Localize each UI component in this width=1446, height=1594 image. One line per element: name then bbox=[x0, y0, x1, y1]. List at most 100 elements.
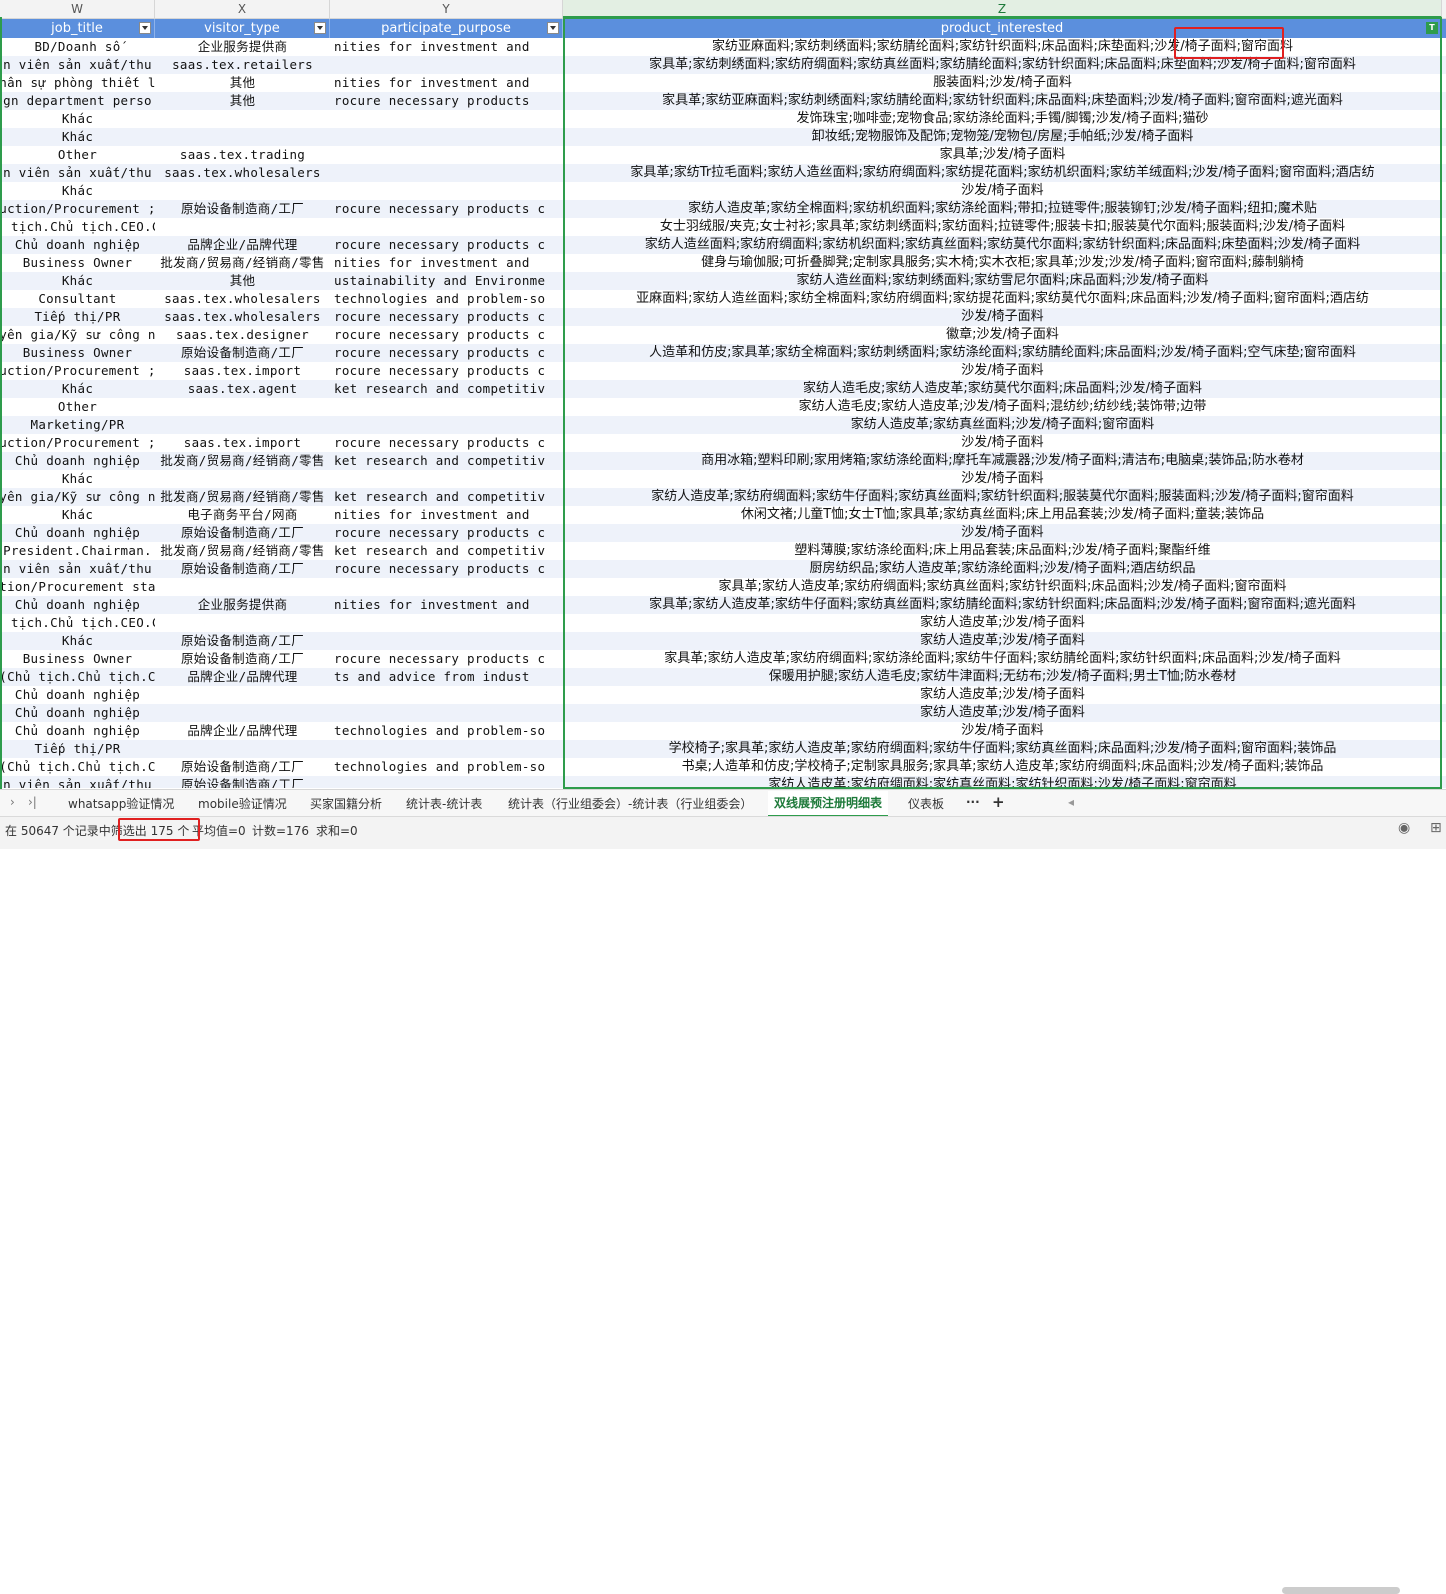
cell-product-interested[interactable]: 书桌;人造革和仿皮;学校椅子;定制家具服务;家具革;家纺人造皮革;家纺府绸面料;… bbox=[564, 758, 1441, 776]
cell-visitor-type[interactable]: saas.tex.wholesalers bbox=[155, 164, 330, 182]
cell-product-interested[interactable]: 商用冰箱;塑料印刷;家用烤箱;家纺涤纶面料;摩托车减震器;沙发/椅子面料;清洁布… bbox=[564, 452, 1441, 470]
cell-job-title[interactable]: hân sự phòng thiết l bbox=[0, 74, 155, 92]
tab-mobile[interactable]: mobile验证情况 bbox=[198, 795, 287, 812]
cell-product-interested[interactable]: 学校椅子;家具革;家纺人造皮革;家纺府绸面料;家纺牛仔面料;家纺真丝面料;床品面… bbox=[564, 740, 1441, 758]
cell-participate-purpose[interactable]: ket research and competitiv bbox=[330, 380, 562, 398]
cell-participate-purpose[interactable]: rocure necessary products c bbox=[330, 524, 562, 542]
cell-product-interested[interactable]: 卸妆纸;宠物服饰及配饰;宠物笼/宠物包/房屋;手帕纸;沙发/椅子面料 bbox=[564, 128, 1441, 146]
cell-job-title[interactable]: Khác bbox=[0, 128, 155, 146]
cell-visitor-type[interactable]: 其他 bbox=[155, 74, 330, 92]
filter-active-icon[interactable]: T bbox=[1426, 22, 1438, 34]
cell-participate-purpose[interactable] bbox=[330, 110, 562, 128]
cell-job-title[interactable]: yên gia/Kỹ sư công n bbox=[0, 488, 155, 506]
cell-participate-purpose[interactable]: nities for investment and bbox=[330, 74, 562, 92]
cell-job-title[interactable]: uction/Procurement staff bbox=[0, 578, 155, 596]
cell-product-interested[interactable]: 家纺亚麻面料;家纺刺绣面料;家纺腈纶面料;家纺针织面料;床品面料;床垫面料;沙发… bbox=[564, 38, 1441, 56]
cell-visitor-type[interactable] bbox=[155, 218, 330, 236]
cell-product-interested[interactable]: 沙发/椅子面料 bbox=[564, 722, 1441, 740]
cell-product-interested[interactable]: 家纺人造皮革;家纺府绸面料;家纺真丝面料;家纺针织面料;沙发/椅子面料;窗帘面料 bbox=[564, 776, 1441, 788]
more-tabs-icon[interactable]: ··· bbox=[966, 795, 980, 809]
cell-participate-purpose[interactable]: rocure necessary products c bbox=[330, 560, 562, 578]
cell-participate-purpose[interactable]: rocure necessary products c bbox=[330, 236, 562, 254]
cell-visitor-type[interactable]: 原始设备制造商/工厂 bbox=[155, 632, 330, 650]
cell-visitor-type[interactable]: 原始设备制造商/工厂 bbox=[155, 758, 330, 776]
cell-product-interested[interactable]: 家具革;家纺人造皮革;家纺府绸面料;家纺涤纶面料;家纺牛仔面料;家纺腈纶面料;家… bbox=[564, 650, 1441, 668]
filter-dropdown-icon[interactable] bbox=[314, 22, 326, 34]
cell-visitor-type[interactable]: 原始设备制造商/工厂 bbox=[155, 650, 330, 668]
cell-job-title[interactable]: Khác bbox=[0, 110, 155, 128]
cell-product-interested[interactable]: 家纺人造皮革;沙发/椅子面料 bbox=[564, 704, 1441, 722]
cell-participate-purpose[interactable]: ts and advice from indust bbox=[330, 668, 562, 686]
cell-job-title[interactable]: Chủ doanh nghiệp bbox=[0, 524, 155, 542]
cell-product-interested[interactable]: 徽章;沙发/椅子面料 bbox=[564, 326, 1441, 344]
cell-participate-purpose[interactable]: ket research and competitiv bbox=[330, 488, 562, 506]
column-letter-w[interactable]: W bbox=[0, 0, 155, 18]
cell-product-interested[interactable]: 家纺人造皮革;沙发/椅子面料 bbox=[564, 686, 1441, 704]
cell-product-interested[interactable]: 家纺人造皮革;沙发/椅子面料 bbox=[564, 614, 1441, 632]
cell-product-interested[interactable]: 人造革和仿皮;家具革;家纺全棉面料;家纺刺绣面料;家纺涤纶面料;家纺腈纶面料;床… bbox=[564, 344, 1441, 362]
cell-product-interested[interactable]: 家纺人造毛皮;家纺人造皮革;家纺莫代尔面料;床品面料;沙发/椅子面料 bbox=[564, 380, 1441, 398]
cell-participate-purpose[interactable] bbox=[330, 218, 562, 236]
cell-product-interested[interactable]: 沙发/椅子面料 bbox=[564, 182, 1441, 200]
cell-job-title[interactable]: Tiếp thị/PR bbox=[0, 740, 155, 758]
cell-job-title[interactable]: Khác bbox=[0, 380, 155, 398]
eye-icon[interactable]: ◉ bbox=[1398, 820, 1410, 836]
tab-stats-industry[interactable]: 统计表（行业组委会）-统计表（行业组委会） bbox=[508, 795, 752, 812]
cell-visitor-type[interactable]: 原始设备制造商/工厂 bbox=[155, 776, 330, 788]
cell-participate-purpose[interactable] bbox=[330, 398, 562, 416]
cell-product-interested[interactable]: 亚麻面料;家纺人造丝面料;家纺全棉面料;家纺府绸面料;家纺提花面料;家纺莫代尔面… bbox=[564, 290, 1441, 308]
cell-visitor-type[interactable]: saas.tex.import bbox=[155, 434, 330, 452]
cell-participate-purpose[interactable] bbox=[330, 182, 562, 200]
cell-participate-purpose[interactable]: rocure necessary products c bbox=[330, 326, 562, 344]
tab-stats[interactable]: 统计表-统计表 bbox=[406, 795, 482, 812]
cell-job-title[interactable]: President.Chairman. bbox=[0, 542, 155, 560]
cell-product-interested[interactable]: 家纺人造丝面料;家纺府绸面料;家纺机织面料;家纺真丝面料;家纺莫代尔面料;家纺针… bbox=[564, 236, 1441, 254]
cell-participate-purpose[interactable] bbox=[330, 578, 562, 596]
cell-job-title[interactable]: Khác bbox=[0, 182, 155, 200]
cell-job-title[interactable]: Chủ doanh nghiệp bbox=[0, 596, 155, 614]
cell-job-title[interactable]: Business Owner bbox=[0, 650, 155, 668]
cell-participate-purpose[interactable] bbox=[330, 776, 562, 788]
cell-participate-purpose[interactable] bbox=[330, 704, 562, 722]
cell-product-interested[interactable]: 女士羽绒服/夹克;女士衬衫;家具革;家纺刺绣面料;家纺面料;拉链零件;服装卡扣;… bbox=[564, 218, 1441, 236]
cell-participate-purpose[interactable]: rocure necessary products c bbox=[330, 650, 562, 668]
column-letter-x[interactable]: X bbox=[155, 0, 330, 18]
cell-participate-purpose[interactable] bbox=[330, 128, 562, 146]
cell-job-title[interactable]: Khác bbox=[0, 632, 155, 650]
cell-participate-purpose[interactable]: rocure necessary products bbox=[330, 92, 562, 110]
cell-visitor-type[interactable] bbox=[155, 614, 330, 632]
cell-visitor-type[interactable]: saas.tex.retailers bbox=[155, 56, 330, 74]
cell-product-interested[interactable]: 家纺人造丝面料;家纺刺绣面料;家纺雪尼尔面料;床品面料;沙发/椅子面料 bbox=[564, 272, 1441, 290]
cell-participate-purpose[interactable] bbox=[330, 56, 562, 74]
cell-visitor-type[interactable] bbox=[155, 740, 330, 758]
cell-visitor-type[interactable] bbox=[155, 128, 330, 146]
tab-prev-icon[interactable]: › bbox=[10, 795, 15, 809]
cell-visitor-type[interactable]: 批发商/贸易商/经销商/零售 bbox=[155, 542, 330, 560]
cell-visitor-type[interactable]: 电子商务平台/网商 bbox=[155, 506, 330, 524]
cell-participate-purpose[interactable]: rocure necessary products c bbox=[330, 344, 562, 362]
cell-product-interested[interactable]: 沙发/椅子面料 bbox=[564, 362, 1441, 380]
column-letter-y[interactable]: Y bbox=[330, 0, 563, 18]
cell-job-title[interactable]: (Chủ tịch.Chủ tịch.C bbox=[0, 758, 155, 776]
cell-visitor-type[interactable]: saas.tex.import bbox=[155, 362, 330, 380]
cell-product-interested[interactable]: 家具革;沙发/椅子面料 bbox=[564, 146, 1441, 164]
cell-product-interested[interactable]: 家纺人造皮革;家纺府绸面料;家纺牛仔面料;家纺真丝面料;家纺针织面料;服装莫代尔… bbox=[564, 488, 1441, 506]
cell-participate-purpose[interactable] bbox=[330, 740, 562, 758]
cell-product-interested[interactable]: 家纺人造毛皮;家纺人造皮革;沙发/椅子面料;混纺纱;纺纱线;装饰带;边带 bbox=[564, 398, 1441, 416]
cell-job-title[interactable]: (Chủ tịch.Chủ tịch.CEO.COO) bbox=[0, 218, 155, 236]
cell-participate-purpose[interactable]: ustainability and Environme bbox=[330, 272, 562, 290]
cell-product-interested[interactable]: 家纺人造皮革;家纺全棉面料;家纺机织面料;家纺涤纶面料;带扣;拉链零件;服装铆钉… bbox=[564, 200, 1441, 218]
layout-icon[interactable]: ⊞ bbox=[1430, 820, 1442, 836]
cell-participate-purpose[interactable]: rocure necessary products c bbox=[330, 362, 562, 380]
cell-participate-purpose[interactable]: nities for investment and bbox=[330, 596, 562, 614]
cell-visitor-type[interactable]: 品牌企业/品牌代理 bbox=[155, 236, 330, 254]
cell-participate-purpose[interactable]: nities for investment and bbox=[330, 254, 562, 272]
cell-product-interested[interactable]: 休闲文褚;儿童T恤;女士T恤;家具革;家纺真丝面料;床上用品套装;沙发/椅子面料… bbox=[564, 506, 1441, 524]
cell-visitor-type[interactable]: 原始设备制造商/工厂 bbox=[155, 560, 330, 578]
cell-visitor-type[interactable]: 批发商/贸易商/经销商/零售 bbox=[155, 254, 330, 272]
cell-participate-purpose[interactable]: nities for investment and bbox=[330, 38, 562, 56]
cell-participate-purpose[interactable] bbox=[330, 146, 562, 164]
cell-product-interested[interactable]: 家纺人造皮革;沙发/椅子面料 bbox=[564, 632, 1441, 650]
cell-visitor-type[interactable] bbox=[155, 398, 330, 416]
cell-job-title[interactable]: BD/Doanh số bbox=[0, 38, 155, 56]
